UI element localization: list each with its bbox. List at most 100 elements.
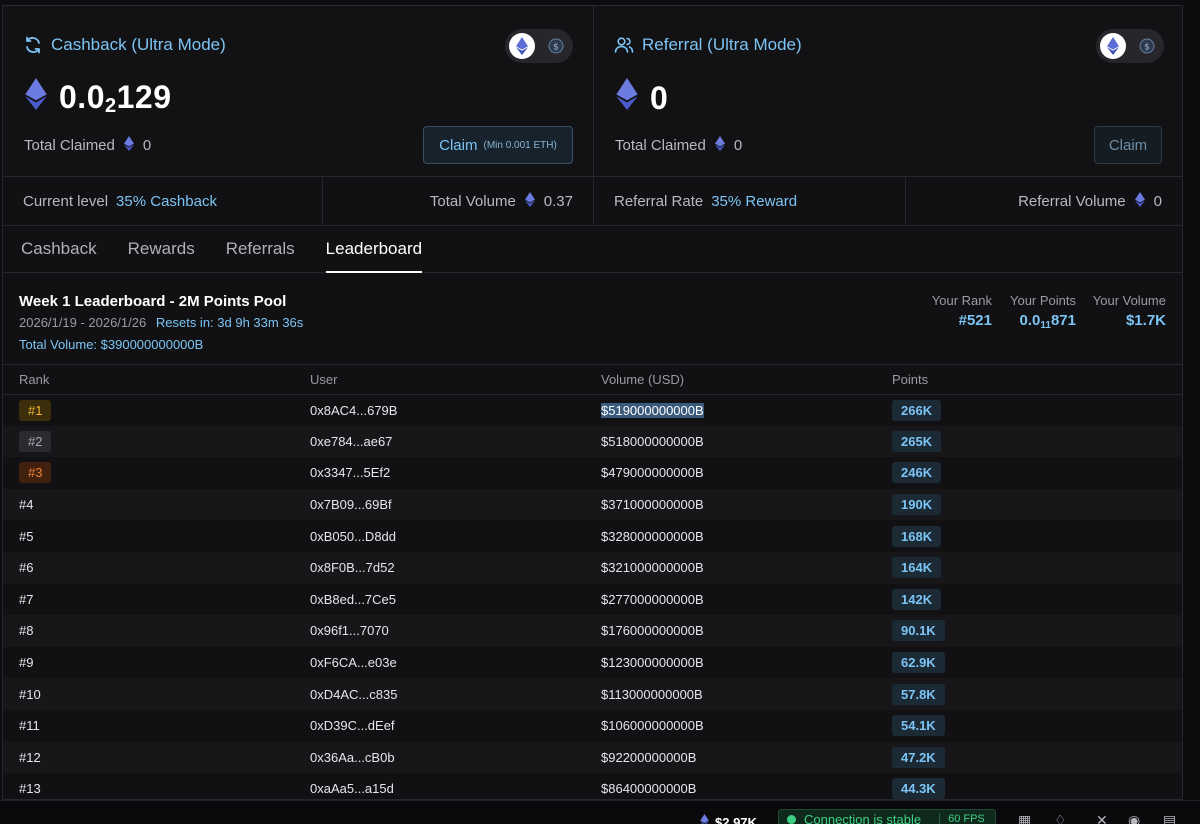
total-volume-label: Total Volume xyxy=(429,192,516,210)
rank-cell: #6 xyxy=(19,560,34,576)
table-row[interactable]: #12 0x36Aa...cB0b $92200000000B 47.2K xyxy=(3,741,1182,774)
points-badge: 142K xyxy=(892,588,942,610)
volume-cell: $176000000000B xyxy=(601,623,704,639)
rank-cell: #2 xyxy=(19,430,52,452)
total-volume-value: 0.37 xyxy=(543,192,573,210)
your-rank-label: Your Rank xyxy=(931,293,992,308)
rank-cell: #3 xyxy=(19,462,52,484)
referral-volume-value: 0 xyxy=(1153,192,1162,210)
total-claimed-value: 0 xyxy=(733,137,743,154)
x-social-icon[interactable]: ✕ xyxy=(1096,812,1108,824)
summary-cards: Cashback (Ultra Mode) $ 0.02129 Total Cl… xyxy=(3,6,1182,177)
table-row[interactable]: #2 0xe784...ae67 $518000000000B 265K xyxy=(3,425,1182,458)
referral-total-claimed: Total Claimed 0 xyxy=(615,136,742,155)
table-row[interactable]: #3 0x3347...5Ef2 $479000000000B 246K xyxy=(3,457,1182,489)
leaderboard-date-range: 2026/1/19 - 2026/1/26 xyxy=(19,315,147,330)
total-volume: Total Volume 0.37 xyxy=(322,177,593,225)
table-row[interactable]: #7 0xB8ed...7Ce5 $277000000000B 142K xyxy=(3,584,1182,616)
points-badge: 164K xyxy=(892,557,942,579)
leaderboard-reset-timer: Resets in: 3d 9h 33m 36s xyxy=(155,315,304,330)
current-level-label: Current level xyxy=(23,192,109,210)
rank-cell: #8 xyxy=(19,623,34,639)
your-points-label: Your Points xyxy=(1009,293,1076,308)
table-row[interactable]: #4 0x7B09...69Bf $371000000000B 190K xyxy=(3,488,1182,521)
currency-toggle[interactable]: $ xyxy=(1096,29,1164,63)
rank-cell: #12 xyxy=(19,749,41,765)
table-header-row: Rank User Volume (USD) Points xyxy=(3,365,1182,395)
user-address: 0xe784...ae67 xyxy=(310,433,393,449)
stats-row: Current level 35% Cashback Total Volume … xyxy=(3,177,1182,226)
total-claimed-value: 0 xyxy=(142,137,152,154)
rank-cell: #9 xyxy=(19,655,34,671)
leaderboard-dates: 2026/1/19 - 2026/1/26 Resets in: 3d 9h 3… xyxy=(19,315,303,330)
leaderboard-total-volume: Total Volume: $390000000000B xyxy=(19,337,204,352)
your-rank-value: #521 xyxy=(958,312,992,329)
table-row[interactable]: #11 0xD39C...dEef $106000000000B 54.1K xyxy=(3,710,1182,742)
currency-toggle[interactable]: $ xyxy=(505,29,573,63)
tab-leaderboard[interactable]: Leaderboard xyxy=(325,226,423,273)
user-address: 0x8F0B...7d52 xyxy=(310,560,395,576)
users-icon xyxy=(614,35,634,55)
table-row[interactable]: #13 0xaAa5...a15d $86400000000B 44.3K xyxy=(3,773,1182,799)
cashback-card: Cashback (Ultra Mode) $ 0.02129 Total Cl… xyxy=(3,6,593,176)
table-row[interactable]: #9 0xF6CA...e03e $123000000000B 62.9K xyxy=(3,647,1182,679)
bell-icon[interactable]: ♢ xyxy=(1054,812,1067,824)
leaderboard-title: Week 1 Leaderboard - 2M Points Pool xyxy=(19,293,287,310)
volume-cell: $518000000000B xyxy=(601,433,704,449)
referral-amount-text: 0 xyxy=(650,79,669,116)
layout-icon[interactable]: ▦ xyxy=(1018,812,1031,824)
user-address: 0xB050...D8dd xyxy=(310,528,397,544)
current-level-value: 35% Cashback xyxy=(116,192,217,210)
column-header-points: Points xyxy=(892,365,1182,395)
referral-claim-button[interactable]: Claim xyxy=(1094,126,1162,164)
volume-cell: $321000000000B xyxy=(601,560,704,576)
your-volume-value: $1.7K xyxy=(1125,312,1166,329)
eth-icon[interactable] xyxy=(1100,33,1126,59)
referral-title: Referral (Ultra Mode) xyxy=(614,35,802,55)
user-address: 0x8AC4...679B xyxy=(310,402,398,418)
user-address: 0xD4AC...c835 xyxy=(310,686,398,702)
referral-amount: 0 xyxy=(616,78,668,118)
cashback-title-text: Cashback (Ultra Mode) xyxy=(51,35,226,54)
refresh-icon xyxy=(23,35,43,55)
referral-card: Referral (Ultra Mode) $ 0 Total Claimed xyxy=(593,6,1182,176)
discord-icon[interactable]: ◉ xyxy=(1128,812,1140,824)
referral-title-text: Referral (Ultra Mode) xyxy=(642,35,802,54)
points-badge: 57.8K xyxy=(892,683,945,705)
cashback-claim-button[interactable]: Claim (Min 0.001 ETH) xyxy=(423,126,573,164)
volume-cell: $106000000000B xyxy=(601,718,704,734)
eth-icon[interactable] xyxy=(509,33,535,59)
user-address: 0x3347...5Ef2 xyxy=(310,465,391,481)
tab-cashback[interactable]: Cashback xyxy=(21,226,97,272)
eth-price-value: $2.97K xyxy=(715,814,757,824)
tab-referrals[interactable]: Referrals xyxy=(226,226,295,272)
user-address: 0xaAa5...a15d xyxy=(310,781,394,797)
cashback-title: Cashback (Ultra Mode) xyxy=(23,35,226,55)
table-row[interactable]: #8 0x96f1...7070 $176000000000B 90.1K xyxy=(3,615,1182,647)
user-address: 0xD39C...dEef xyxy=(310,718,395,734)
table-row[interactable]: #6 0x8F0B...7d52 $321000000000B 164K xyxy=(3,551,1182,584)
points-badge: 246K xyxy=(892,462,942,484)
document-icon[interactable]: ▤ xyxy=(1163,812,1176,824)
referral-rate: Referral Rate 35% Reward xyxy=(593,177,905,225)
user-address: 0x96f1...7070 xyxy=(310,623,389,639)
eth-icon xyxy=(700,814,709,824)
connection-status: Connection is stable 60 FPS xyxy=(778,809,996,824)
eth-icon xyxy=(1134,191,1145,211)
table-row[interactable]: #10 0xD4AC...c835 $113000000000B 57.8K xyxy=(3,678,1182,710)
column-header-user: User xyxy=(310,365,601,395)
usd-coin-icon[interactable]: $ xyxy=(543,33,569,59)
rewards-panel: Cashback (Ultra Mode) $ 0.02129 Total Cl… xyxy=(2,5,1183,800)
points-badge: 62.9K xyxy=(892,652,945,674)
tab-rewards[interactable]: Rewards xyxy=(128,226,195,272)
table-row[interactable]: #1 0x8AC4...679B $519000000000B 266K xyxy=(3,394,1182,426)
fps-counter: 60 FPS xyxy=(939,813,985,824)
volume-cell: $86400000000B xyxy=(601,781,697,797)
rank-cell: #1 xyxy=(19,399,52,421)
current-level: Current level 35% Cashback xyxy=(3,177,322,225)
table-row[interactable]: #5 0xB050...D8dd $328000000000B 168K xyxy=(3,520,1182,552)
usd-coin-icon[interactable]: $ xyxy=(1134,33,1160,59)
your-points: Your Points 0.011871 xyxy=(1010,293,1076,331)
your-points-value: 0.011871 xyxy=(1019,312,1076,331)
points-badge: 265K xyxy=(892,430,942,452)
